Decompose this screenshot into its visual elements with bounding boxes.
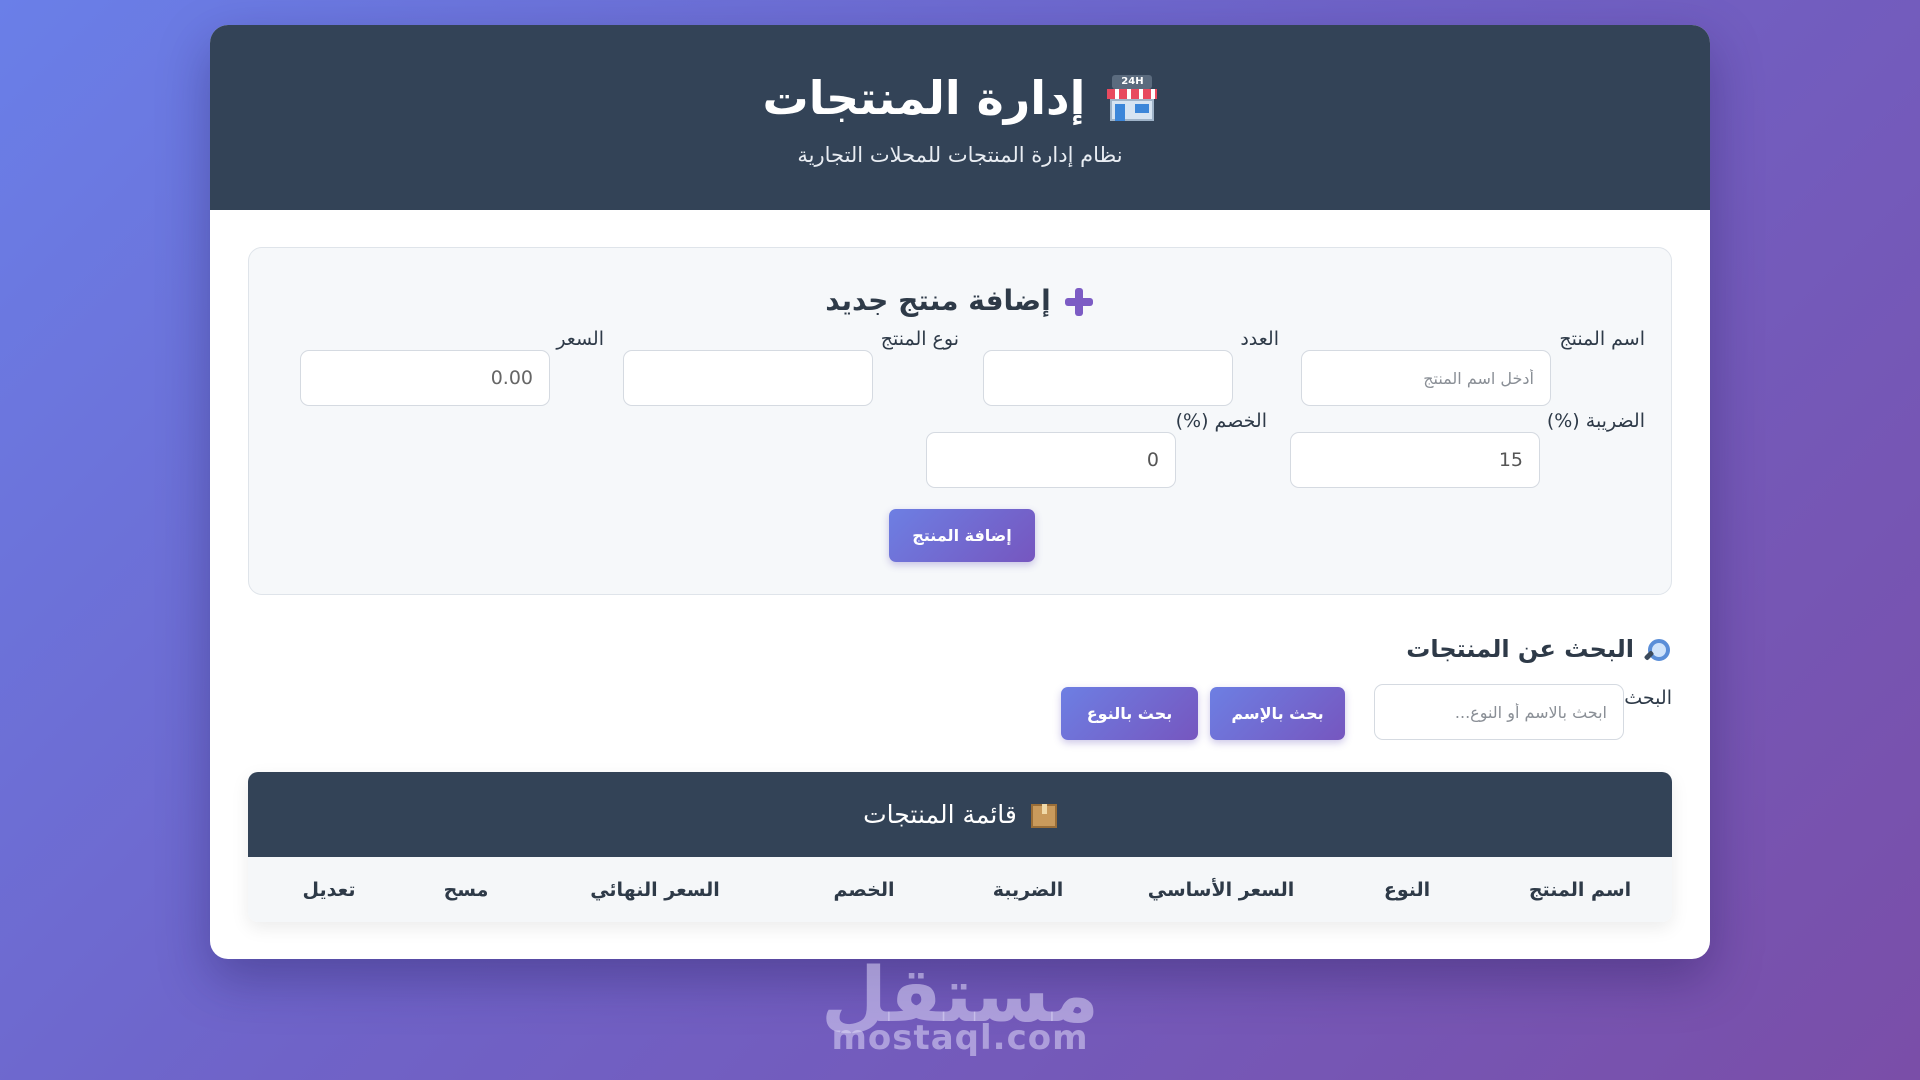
page-title: إدارة المنتجات (762, 71, 1086, 125)
product-type-input[interactable] (623, 350, 873, 406)
add-product-title: إضافة منتج جديد (825, 284, 1051, 317)
product-name-label: اسم المنتج (1559, 328, 1645, 350)
main-card: 24H إدارة المنتجات نظام إدارة المنتجات ل… (210, 25, 1710, 959)
price-input[interactable] (300, 350, 550, 406)
column-header: تعديل (302, 878, 356, 901)
column-header: الخصم (833, 878, 895, 901)
search-section-heading: البحث عن المنتجات (1406, 635, 1670, 663)
count-label: العدد (1240, 328, 1279, 350)
search-input[interactable] (1374, 684, 1624, 740)
tax-label: الضريبة (%) (1546, 410, 1645, 432)
search-by-type-button[interactable]: بحث بالنوع (1061, 687, 1198, 740)
search-section-title: البحث عن المنتجات (1406, 635, 1634, 663)
page-title-row: 24H إدارة المنتجات (763, 71, 1158, 125)
column-header: السعر النهائي (590, 878, 720, 901)
column-header: مسح (443, 878, 489, 901)
column-header: الضريبة (992, 878, 1064, 901)
plus-icon (1063, 286, 1095, 318)
table-column-headers: اسم المنتج النوع السعر الأساسي الضريبة ا… (248, 857, 1672, 922)
add-product-form: إضافة منتج جديد اسم المنتج العدد نوع الم… (248, 247, 1672, 595)
count-input[interactable] (983, 350, 1233, 406)
column-header: النوع (1383, 878, 1431, 901)
tax-input[interactable] (1290, 432, 1540, 488)
product-type-label: نوع المنتج (880, 328, 959, 350)
page-header: 24H إدارة المنتجات نظام إدارة المنتجات ل… (210, 25, 1710, 210)
column-header: السعر الأساسي (1147, 878, 1295, 901)
search-icon (1644, 637, 1670, 661)
discount-input[interactable] (926, 432, 1176, 488)
page-subtitle: نظام إدارة المنتجات للمحلات التجارية (797, 143, 1123, 167)
price-label: السعر (556, 328, 604, 350)
add-product-button[interactable]: إضافة المنتج (889, 509, 1035, 562)
products-table-title: قائمة المنتجات (863, 800, 1017, 829)
add-product-heading: إضافة منتج جديد (249, 284, 1671, 318)
watermark-latin: mostaql.com (831, 1018, 1089, 1058)
search-label: البحث (1624, 687, 1672, 709)
store-24h-icon: 24H (1107, 75, 1158, 121)
column-header: اسم المنتج (1528, 878, 1632, 901)
products-table-header: قائمة المنتجات (248, 772, 1672, 857)
search-by-name-button[interactable]: بحث بالإسم (1210, 687, 1345, 740)
product-name-input[interactable] (1301, 350, 1551, 406)
package-icon (1030, 804, 1057, 828)
discount-label: الخصم (%) (1175, 410, 1267, 432)
products-table: قائمة المنتجات اسم المنتج النوع السعر ال… (248, 772, 1672, 922)
